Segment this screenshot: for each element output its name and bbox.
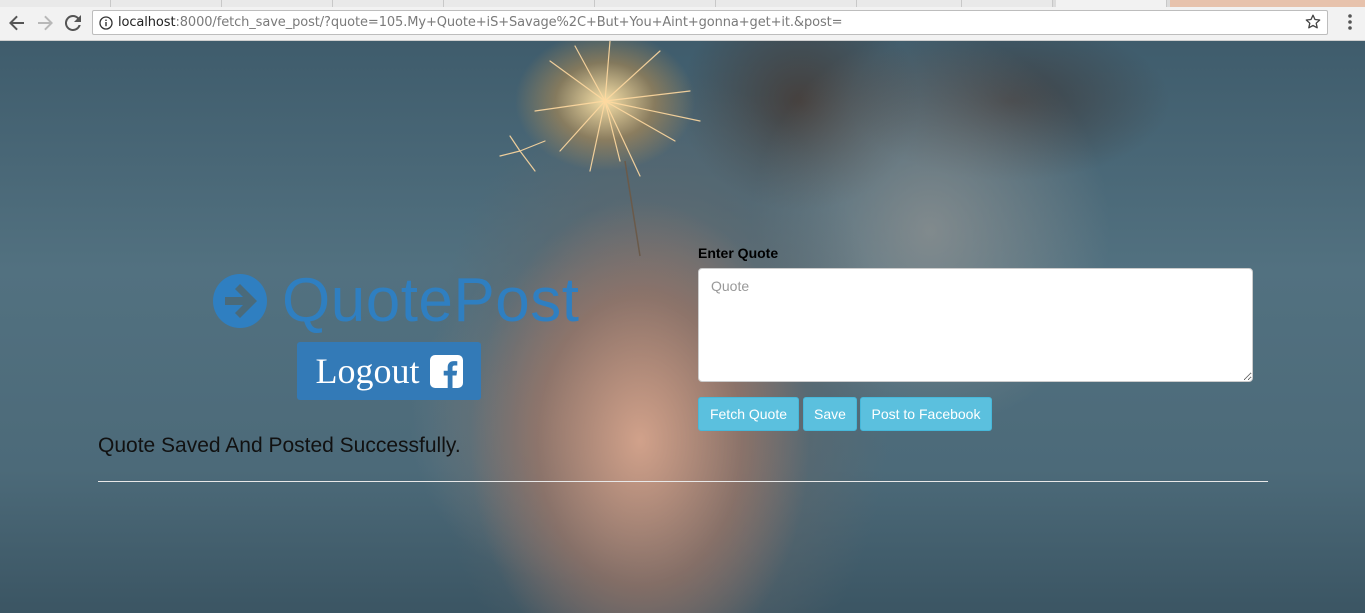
reload-icon bbox=[65, 15, 81, 31]
info-icon[interactable] bbox=[99, 16, 113, 35]
brand-logo: QuotePost bbox=[213, 266, 580, 335]
forward-button[interactable] bbox=[33, 11, 57, 35]
page-body: QuotePost Logout Quote Saved And Posted … bbox=[0, 41, 1365, 613]
browser-tab[interactable] bbox=[962, 0, 1053, 7]
menu-icon[interactable] bbox=[1347, 13, 1353, 36]
browser-tab[interactable] bbox=[111, 0, 222, 7]
browser-tab[interactable] bbox=[595, 0, 716, 7]
save-button[interactable]: Save bbox=[803, 397, 857, 431]
quote-label: Enter Quote bbox=[698, 245, 779, 261]
forward-icon bbox=[38, 15, 53, 31]
browser-tab-active[interactable] bbox=[1056, 0, 1167, 7]
back-button[interactable] bbox=[5, 11, 29, 35]
arrow-circle-right-icon bbox=[213, 274, 267, 328]
status-message: Quote Saved And Posted Successfully. bbox=[98, 434, 461, 457]
facebook-icon bbox=[429, 354, 463, 388]
browser-tab[interactable] bbox=[444, 0, 595, 7]
browser-tab[interactable] bbox=[716, 0, 857, 7]
quote-input[interactable] bbox=[698, 268, 1253, 382]
address-bar[interactable]: localhost:8000/fetch_save_post/?quote=10… bbox=[92, 10, 1328, 35]
back-icon bbox=[9, 15, 24, 31]
tab-strip bbox=[0, 0, 1365, 7]
fetch-quote-button[interactable]: Fetch Quote bbox=[698, 397, 799, 431]
browser-tab[interactable] bbox=[1170, 0, 1365, 7]
url-path: :8000/fetch_save_post/?quote=105.My+Quot… bbox=[175, 15, 843, 30]
url-text: localhost:8000/fetch_save_post/?quote=10… bbox=[118, 15, 843, 30]
reload-button[interactable] bbox=[61, 11, 85, 35]
logout-button[interactable]: Logout bbox=[297, 342, 481, 400]
url-host: localhost bbox=[118, 15, 176, 30]
brand-title: QuotePost bbox=[282, 266, 580, 335]
browser-tab[interactable] bbox=[0, 0, 111, 7]
sparkler-background-image bbox=[499, 41, 701, 257]
star-icon[interactable] bbox=[1305, 14, 1321, 35]
browser-toolbar: localhost:8000/fetch_save_post/?quote=10… bbox=[0, 7, 1365, 41]
divider bbox=[98, 481, 1268, 482]
post-to-facebook-button[interactable]: Post to Facebook bbox=[860, 397, 992, 431]
browser-tab[interactable] bbox=[857, 0, 962, 7]
browser-tab[interactable] bbox=[222, 0, 333, 7]
browser-tab[interactable] bbox=[333, 0, 444, 7]
logout-label: Logout bbox=[315, 351, 420, 391]
